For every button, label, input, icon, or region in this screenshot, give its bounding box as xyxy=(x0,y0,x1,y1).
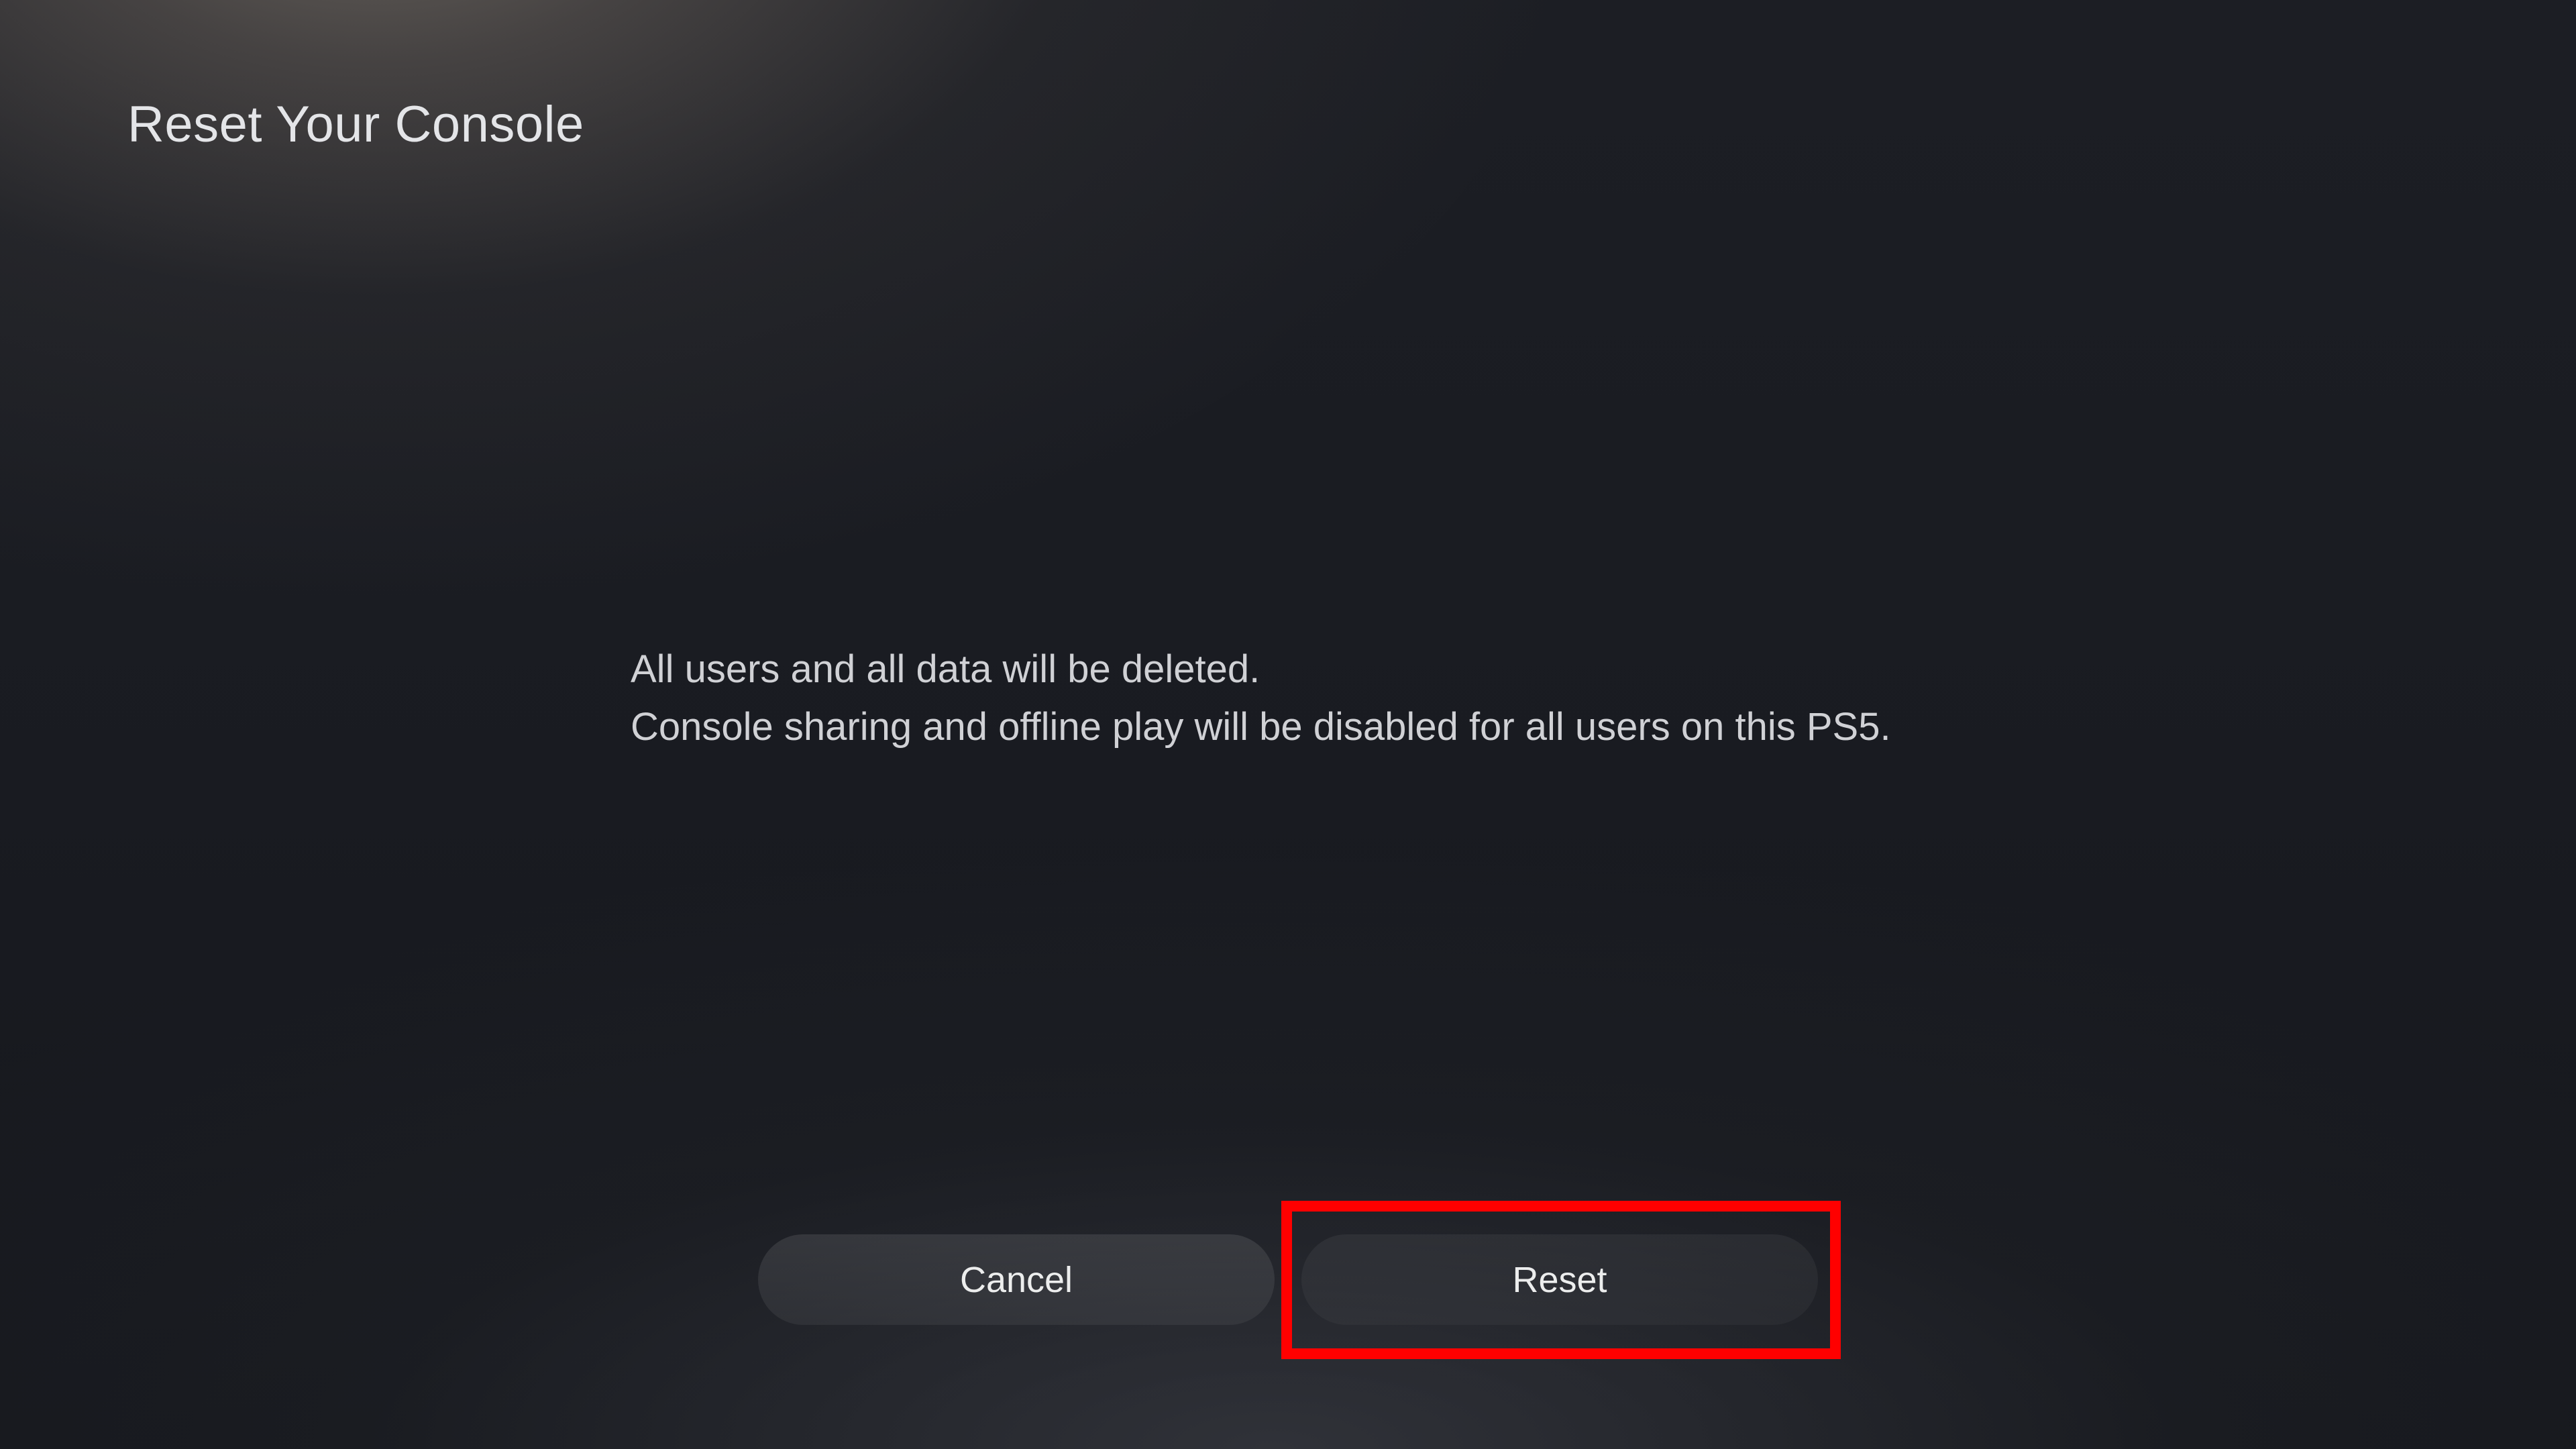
page-title: Reset Your Console xyxy=(127,95,584,154)
cancel-button-label: Cancel xyxy=(960,1259,1073,1301)
dialog-button-row: Cancel Reset xyxy=(0,1234,2576,1325)
reset-button[interactable]: Reset xyxy=(1301,1234,1818,1325)
reset-button-label: Reset xyxy=(1512,1259,1607,1301)
warning-line-1: All users and all data will be deleted. xyxy=(631,641,1891,698)
warning-line-2: Console sharing and offline play will be… xyxy=(631,698,1891,756)
warning-message: All users and all data will be deleted. … xyxy=(631,641,1891,756)
cancel-button[interactable]: Cancel xyxy=(758,1234,1275,1325)
